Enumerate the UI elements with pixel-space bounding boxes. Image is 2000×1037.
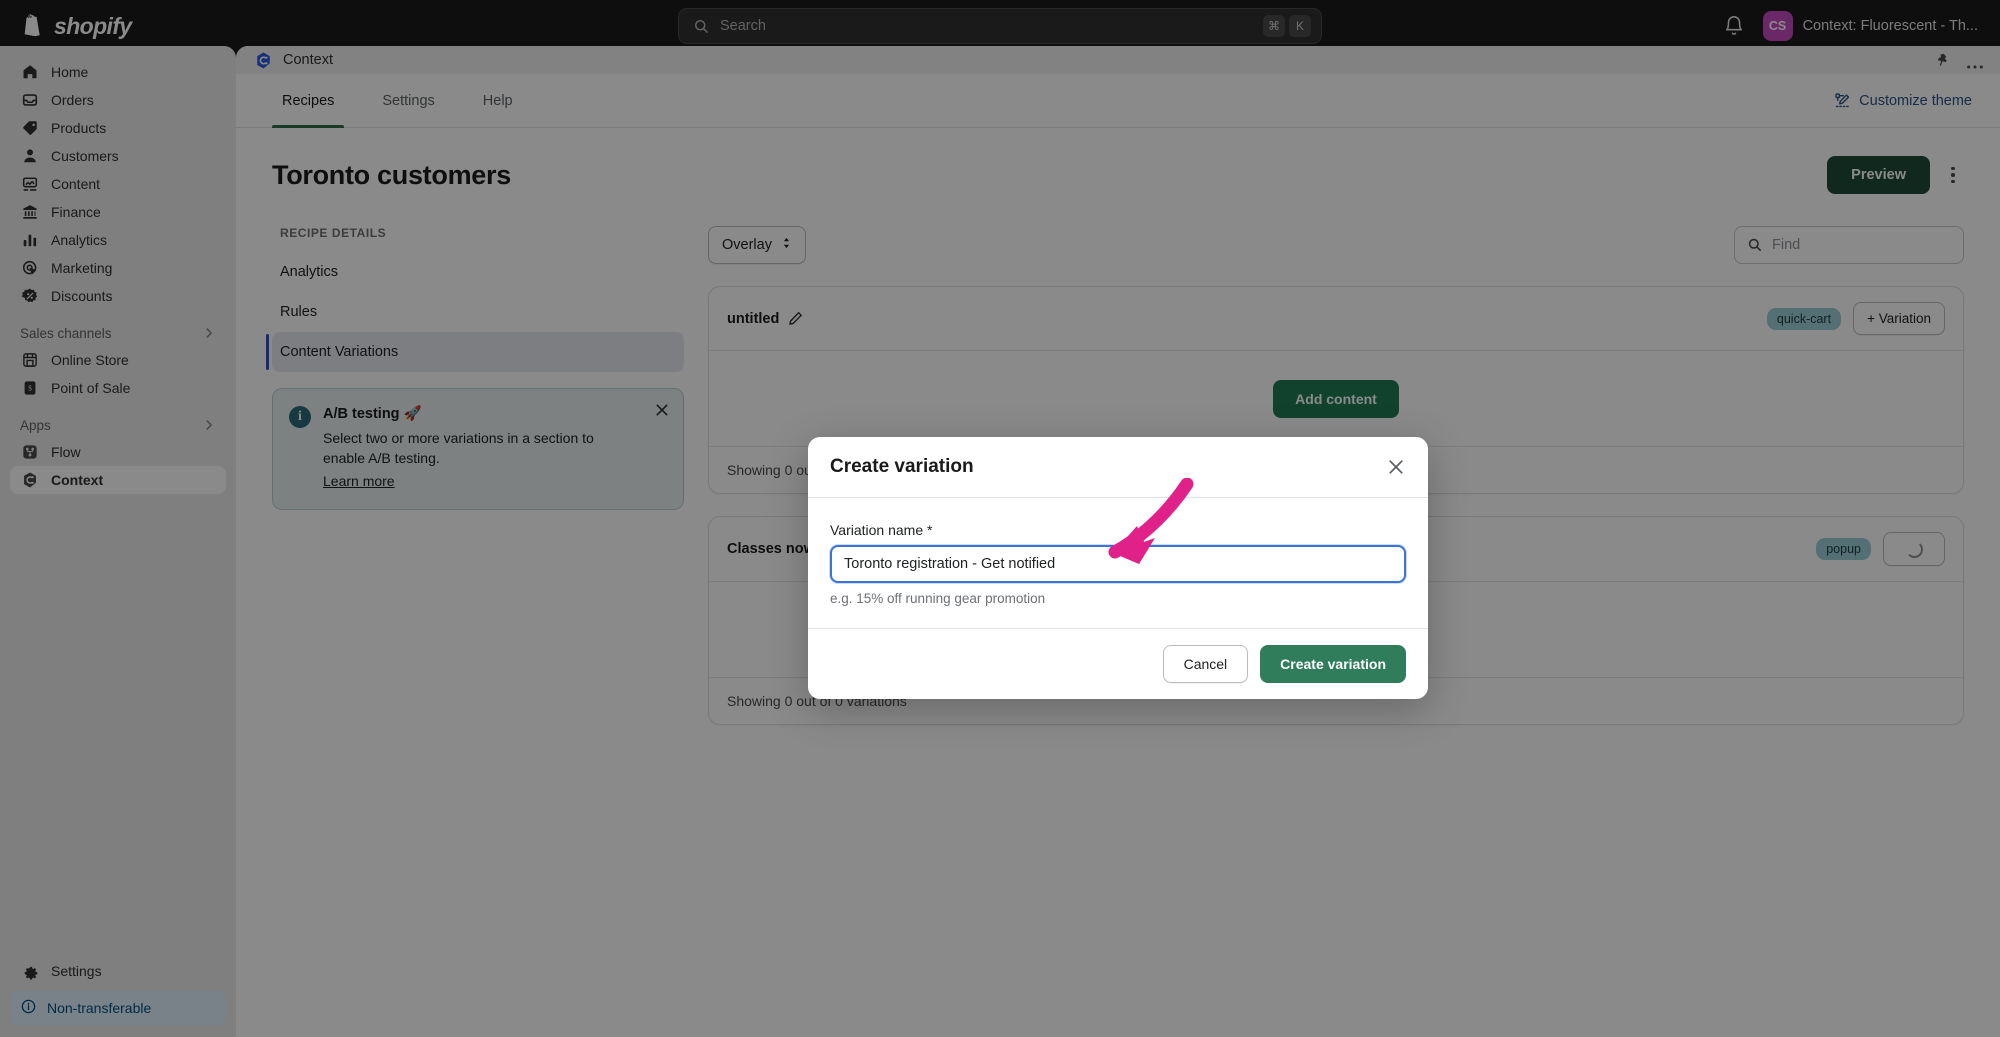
modal-title: Create variation <box>830 456 974 478</box>
variation-name-label: Variation name * <box>830 522 1406 538</box>
modal-body: Variation name * e.g. 15% off running ge… <box>808 498 1428 629</box>
cancel-button[interactable]: Cancel <box>1163 645 1249 683</box>
modal-header: Create variation <box>808 437 1428 498</box>
create-variation-button[interactable]: Create variation <box>1260 645 1406 683</box>
modal-footer: Cancel Create variation <box>808 629 1428 699</box>
close-icon[interactable] <box>1386 457 1406 477</box>
app-root: shopify Search ⌘ K CS Context: Fluoresce… <box>0 0 2000 1037</box>
create-variation-modal: Create variation Variation name * e.g. 1… <box>808 437 1428 699</box>
variation-name-input[interactable] <box>830 545 1406 583</box>
variation-name-help: e.g. 15% off running gear promotion <box>830 591 1406 606</box>
